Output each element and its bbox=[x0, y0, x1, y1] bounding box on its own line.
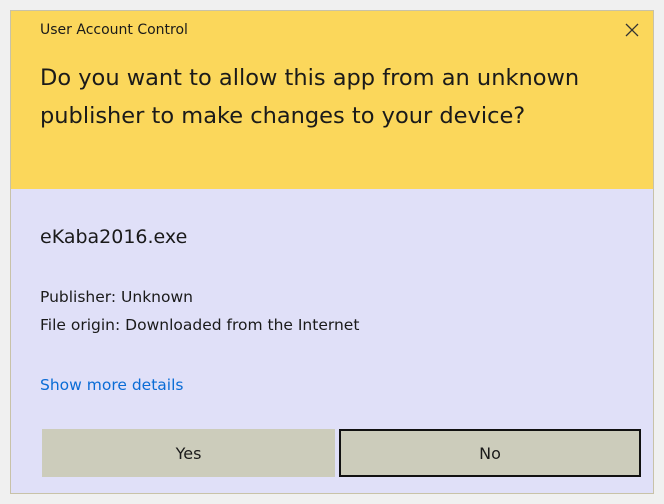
prompt-question: Do you want to allow this app from an un… bbox=[40, 65, 580, 129]
no-button[interactable]: No bbox=[339, 429, 641, 477]
yes-button[interactable]: Yes bbox=[42, 429, 335, 477]
uac-dialog: User Account Control Do you want to allo… bbox=[10, 10, 654, 494]
app-name: eKaba2016.exe bbox=[40, 226, 188, 248]
dialog-header: User Account Control Do you want to allo… bbox=[11, 11, 653, 189]
window-title: User Account Control bbox=[40, 22, 188, 38]
show-more-details-link[interactable]: Show more details bbox=[40, 376, 183, 394]
close-icon bbox=[625, 23, 639, 37]
close-button[interactable] bbox=[617, 15, 647, 45]
file-origin-text: File origin: Downloaded from the Interne… bbox=[40, 316, 360, 334]
publisher-text: Publisher: Unknown bbox=[40, 288, 193, 306]
